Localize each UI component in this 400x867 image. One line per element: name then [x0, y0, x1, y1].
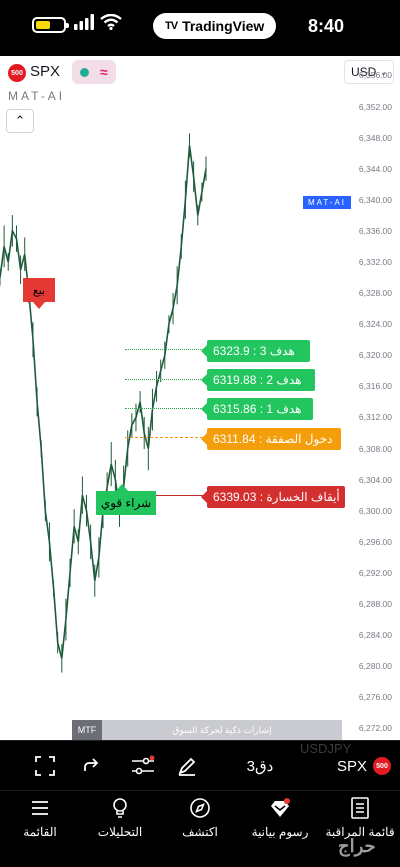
cellular-signal-icon	[74, 14, 94, 30]
stop-loss-label: أيقاف الخسارة : 6339.03	[201, 486, 345, 508]
nav-menu-label: القائمة	[23, 825, 57, 839]
watermark-logo: حراج	[338, 836, 376, 856]
target-2-label: هدف 2 : 6319.88	[201, 369, 315, 391]
target-1-line	[125, 408, 203, 409]
price-axis-tick: 6,280.00	[358, 661, 392, 672]
app-pill-label: TradingView	[182, 18, 265, 34]
price-axis-tick: 6,356.00	[358, 70, 392, 81]
price-axis-tick: 6,308.00	[358, 443, 392, 454]
entry-label: دخول الصفقة : 6311.84	[201, 428, 341, 450]
approx-icon: ≈	[99, 64, 108, 80]
wifi-icon	[100, 14, 122, 30]
nav-explore-label: اكتشف	[182, 825, 218, 839]
nav-charts[interactable]: رسوم بيانية	[240, 797, 320, 839]
price-axis-tick: 6,292.00	[358, 567, 392, 578]
price-axis-tick: 6,288.00	[358, 598, 392, 609]
fullscreen-button[interactable]	[32, 753, 58, 779]
symbol-name[interactable]: SPX	[30, 63, 60, 80]
watchlist-icon	[351, 797, 369, 819]
status-time: 8:40	[307, 16, 344, 36]
draw-button[interactable]	[174, 753, 200, 779]
market-status[interactable]: ≈	[72, 60, 116, 84]
price-axis-tick: 6,304.00	[358, 474, 392, 485]
indicator-price-tag: MAT-AI	[303, 196, 351, 209]
chart-toolbar: USDJPY 3دق SPX 500	[0, 740, 400, 790]
nav-explore[interactable]: اكتشف	[160, 797, 240, 839]
price-series-line	[0, 145, 207, 659]
price-axis-tick: 6,276.00	[358, 692, 392, 703]
indicators-button[interactable]	[128, 753, 158, 779]
price-axis-tick: 6,296.00	[358, 536, 392, 547]
toolbar-symbol: SPX	[336, 757, 367, 775]
price-axis-tick: 6,348.00	[358, 132, 392, 143]
price-axis-tick: 6,284.00	[358, 630, 392, 641]
price-axis-tick: 6,328.00	[358, 288, 392, 299]
battery-level-fill	[36, 21, 50, 29]
explore-icon	[190, 798, 210, 818]
mtf-header-cell: MTF	[72, 720, 102, 740]
draw-icon	[178, 757, 196, 776]
app-pill[interactable]: TV TradingView	[153, 13, 277, 39]
target-2-line	[125, 379, 203, 380]
ideas-icon	[113, 798, 127, 818]
indicators-icon	[132, 755, 155, 775]
price-axis-tick: 6,312.00	[358, 412, 392, 423]
toolbar-symbol-badge: 500	[373, 757, 391, 775]
price-axis-tick: 6,320.00	[358, 350, 392, 361]
symbol-badge[interactable]: 500	[8, 64, 26, 82]
nav-ideas-label: التحليلات	[97, 825, 143, 839]
interval-selector[interactable]: 3دق	[240, 753, 280, 779]
mtf-table: MTF إشارات ذكية لحركة السوق	[72, 720, 342, 740]
chart-icon	[271, 798, 290, 817]
entry-line	[125, 437, 203, 438]
redo-icon	[84, 758, 99, 771]
chart-area[interactable]: 500 SPX ≈ USD ⌄ MAT-AI ⌃ 6,356.00 6,352.0…	[0, 56, 400, 740]
nav-menu[interactable]: القائمة	[0, 797, 80, 839]
price-axis-tick: 6,316.00	[358, 381, 392, 392]
price-axis-tick: 6,336.00	[358, 225, 392, 236]
nav-ideas[interactable]: التحليلات	[80, 797, 160, 839]
toolbar-symbol-button[interactable]: SPX 500	[334, 753, 394, 779]
price-axis-tick: 6,352.00	[358, 101, 392, 112]
sell-signal: بيع	[23, 278, 55, 309]
price-axis-tick: 6,272.00	[358, 723, 392, 734]
fullscreen-icon	[35, 756, 55, 776]
nav-watchlist[interactable]: قائمة المراقبة	[320, 797, 400, 839]
price-axis-tick: 6,324.00	[358, 319, 392, 330]
battery-icon	[32, 17, 69, 33]
price-axis-tick: 6,340.00	[358, 194, 392, 205]
collapse-indicators-button[interactable]: ⌃	[6, 109, 34, 133]
price-axis-tick: 6,300.00	[358, 505, 392, 516]
tradingview-logo-icon: TV	[165, 20, 178, 32]
nav-charts-label: رسوم بيانية	[251, 825, 309, 839]
target-3-label: هدف 3 : 6323.9	[201, 340, 310, 362]
buy-signal: شراء قوي	[96, 484, 156, 515]
menu-icon	[32, 801, 48, 815]
price-axis-tick: 6,332.00	[358, 256, 392, 267]
market-open-dot-icon	[80, 67, 90, 77]
chevron-up-icon: ⌃	[14, 113, 26, 128]
status-bar: TV TradingView 8:40	[0, 0, 400, 56]
price-chart[interactable]	[0, 56, 400, 740]
indicator-name[interactable]: MAT-AI	[8, 89, 65, 103]
redo-button[interactable]	[78, 753, 104, 779]
target-3-line	[125, 349, 203, 350]
price-axis-tick: 6,344.00	[358, 163, 392, 174]
target-1-label: هدف 1 : 6315.86	[201, 398, 313, 420]
mtf-title: إشارات ذكية لحركة السوق	[172, 724, 272, 735]
